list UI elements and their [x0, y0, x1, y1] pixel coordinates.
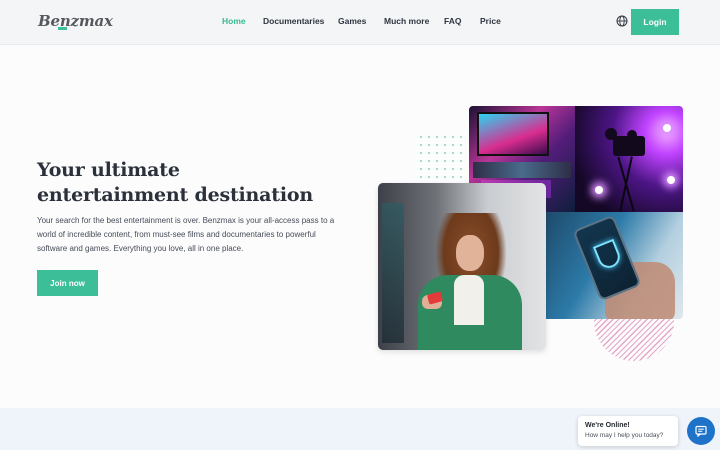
nav-home[interactable]: Home [222, 16, 246, 26]
hero-title: Your ultimate entertainment destination [37, 159, 313, 206]
join-now-button[interactable]: Join now [37, 270, 98, 296]
chat-launcher-button[interactable] [687, 417, 715, 445]
nav-documentaries[interactable]: Documentaries [263, 16, 324, 26]
film-camera-image [575, 106, 683, 212]
chat-icon [695, 425, 707, 437]
logo-accent [58, 27, 67, 30]
dot-pattern-decoration [417, 133, 467, 183]
nav-games[interactable]: Games [338, 16, 366, 26]
nav-much-more[interactable]: Much more [384, 16, 429, 26]
site-header: Benzmax Home Documentaries Games Much mo… [0, 0, 720, 45]
login-button[interactable]: Login [631, 9, 679, 35]
nav-price[interactable]: Price [480, 16, 501, 26]
woman-with-phone-image [378, 183, 546, 350]
secure-phone-image [545, 212, 683, 319]
globe-icon[interactable] [616, 15, 628, 27]
logo[interactable]: Benzmax [38, 12, 113, 30]
hero-description: Your search for the best entertainment i… [37, 216, 335, 253]
nav-faq[interactable]: FAQ [444, 16, 461, 26]
chat-greeting-bubble[interactable]: We're Online! How may I help you today? [578, 416, 678, 446]
chat-title: We're Online! [585, 422, 630, 429]
chat-subtitle: How may I help you today? [585, 432, 664, 439]
